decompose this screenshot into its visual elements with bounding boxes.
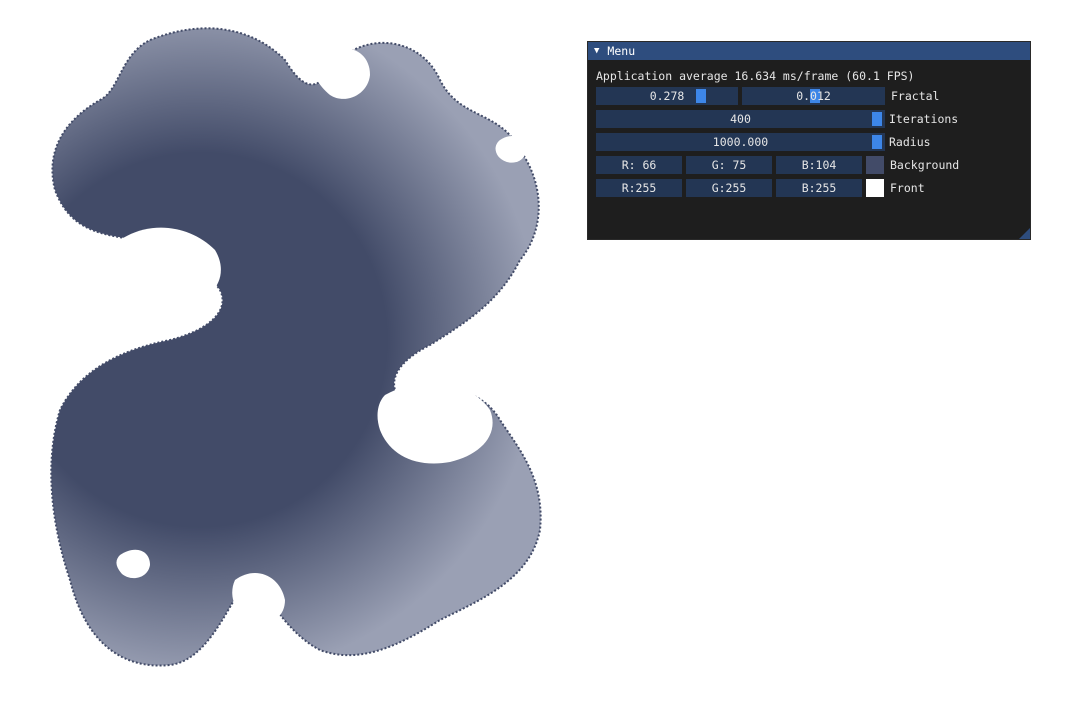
front-r-value: R:255 — [621, 181, 657, 195]
fps-text: Application average 16.634 ms/frame (60.… — [596, 69, 915, 83]
menu-title: Menu — [607, 44, 636, 58]
front-row: R:255 G:255 B:255 Front — [596, 178, 1022, 198]
fractal-slider-2[interactable]: 0.012 — [742, 87, 885, 105]
radius-slider[interactable]: 1000.000 — [596, 133, 885, 151]
fractal-row: 0.278 0.012 Fractal — [596, 86, 1022, 106]
radius-label: Radius — [889, 135, 931, 149]
front-b-input[interactable]: B:255 — [776, 179, 862, 197]
background-b-value: B:104 — [801, 158, 837, 172]
background-label: Background — [890, 158, 960, 172]
menu-title-bar[interactable]: ▼ Menu — [588, 42, 1030, 60]
radius-value: 1000.000 — [712, 135, 769, 149]
background-row: R: 66 G: 75 B:104 Background — [596, 155, 1022, 175]
iterations-grab[interactable] — [872, 112, 882, 126]
radius-grab[interactable] — [872, 135, 882, 149]
radius-row: 1000.000 Radius — [596, 132, 1022, 152]
background-r-value: R: 66 — [621, 158, 657, 172]
iterations-row: 400 Iterations — [596, 109, 1022, 129]
background-g-input[interactable]: G: 75 — [686, 156, 772, 174]
iterations-label: Iterations — [889, 112, 959, 126]
front-color-swatch[interactable] — [866, 179, 884, 197]
slider-grab-1[interactable] — [696, 89, 706, 103]
fractal-value-2: 0.012 — [796, 89, 831, 103]
front-b-value: B:255 — [801, 181, 837, 195]
iterations-slider[interactable]: 400 — [596, 110, 885, 128]
front-r-input[interactable]: R:255 — [596, 179, 682, 197]
background-b-input[interactable]: B:104 — [776, 156, 862, 174]
front-g-input[interactable]: G:255 — [686, 179, 772, 197]
fractal-slider-1[interactable]: 0.278 — [596, 87, 738, 105]
background-color-swatch[interactable] — [866, 156, 884, 174]
background-g-value: G: 75 — [711, 158, 747, 172]
resize-grip-icon[interactable] — [1019, 228, 1030, 239]
front-g-value: G:255 — [711, 181, 747, 195]
iterations-value: 400 — [730, 112, 751, 126]
fractal-label: Fractal — [891, 89, 940, 103]
front-label: Front — [890, 181, 925, 195]
fractal-value-1: 0.278 — [649, 89, 685, 103]
menu-window[interactable]: ▼ Menu Application average 16.634 ms/fra… — [587, 41, 1031, 240]
background-r-input[interactable]: R: 66 — [596, 156, 682, 174]
triangle-down-icon[interactable]: ▼ — [594, 46, 599, 56]
